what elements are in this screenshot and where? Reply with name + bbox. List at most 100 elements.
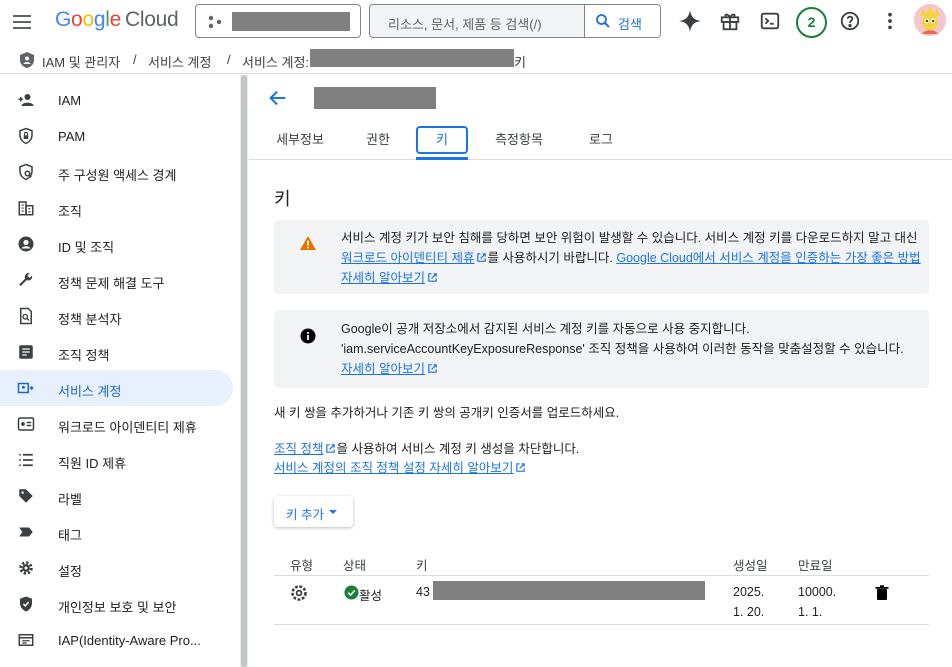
warning-icon — [300, 236, 316, 250]
cloud-shell-icon[interactable] — [757, 8, 783, 34]
sidebar-item-identity-org[interactable]: ID 및 조직 — [0, 226, 233, 262]
breadcrumb-separator: / — [227, 52, 231, 67]
external-link-icon — [428, 364, 437, 373]
warning-line1: 서비스 계정 키가 보안 침해를 당하면 보안 위험이 발생할 수 있습니다. … — [341, 231, 918, 245]
privacy-shield-icon — [20, 596, 32, 612]
sidebar-item-label: IAM — [58, 93, 82, 108]
tab-bar: 세부정보 권한 키 측정항목 로그 — [249, 124, 952, 160]
account-circle-icon — [18, 236, 34, 252]
info-icon — [300, 328, 316, 344]
learn-more-link[interactable]: 자세히 알아보기 — [341, 271, 438, 285]
sidebar-item-label: 조직 정책 — [58, 348, 110, 363]
org-policy-rest-text: 을 사용하여 서비스 계정 키 생성을 차단합니다. — [336, 442, 580, 456]
tab-metrics[interactable]: 측정항목 — [491, 124, 547, 160]
info-line1: Google이 공개 저장소에서 감지된 서비스 계정 키를 자동으로 사용 중… — [341, 322, 750, 336]
tab-focus-ring — [416, 126, 468, 154]
sidebar-item-iap[interactable]: IAP(Identity-Aware Pro... — [0, 622, 233, 658]
workload-identity-icon — [17, 417, 35, 431]
sidebar-item-policy-troubleshooter[interactable]: 정책 문제 해결 도구 — [0, 262, 233, 298]
sidebar-item-workforce-identity[interactable]: 직원 ID 제휴 — [0, 442, 233, 478]
breadcrumb-service-accounts[interactable]: 서비스 계정 — [148, 52, 211, 71]
sidebar-item-label: IAP(Identity-Aware Pro... — [58, 633, 201, 648]
iap-icon — [18, 634, 34, 646]
person-add-icon — [18, 94, 34, 106]
sidebar-item-org-policies[interactable]: 조직 정책 — [0, 334, 233, 370]
search-placeholder: 리소스, 문서, 제품 등 검색(/) — [388, 17, 542, 32]
column-header-status: 상태 — [343, 559, 367, 573]
sidebar-item-label: 워크로드 아이덴티티 제휴 — [58, 420, 197, 435]
more-vert-icon[interactable] — [877, 8, 903, 34]
external-link-icon — [428, 273, 437, 282]
gift-icon[interactable] — [717, 8, 743, 34]
best-practices-link[interactable]: Google Cloud에서 서비스 계정을 인증하는 가장 좋은 방법 — [616, 251, 920, 265]
breadcrumb-current-prefix: 서비스 계정: — [242, 55, 310, 70]
security-warning-callout: 서비스 계정 키가 보안 침해를 당하면 보안 위험이 발생할 수 있습니다. … — [274, 220, 929, 294]
tab-details[interactable]: 세부정보 — [274, 124, 326, 160]
info-text: Google이 공개 저장소에서 감지된 서비스 계정 키를 자동으로 사용 중… — [341, 319, 921, 379]
tab-keys[interactable]: 키 — [416, 124, 468, 160]
back-arrow-icon[interactable] — [267, 87, 289, 109]
hamburger-icon[interactable] — [10, 10, 34, 34]
project-dots-icon — [208, 15, 222, 29]
tab-logs[interactable]: 로그 — [575, 124, 627, 160]
org-policy-learn-more-link[interactable]: 서비스 계정의 조직 정책 설정 자세히 알아보기 — [274, 461, 526, 475]
sidebar-item-policy-analyzer[interactable]: 정책 분석자 — [0, 298, 233, 334]
sidebar-item-pam[interactable]: PAM — [0, 118, 233, 154]
delete-icon[interactable] — [875, 585, 889, 601]
sidebar-item-service-accounts[interactable]: 서비스 계정 — [0, 370, 233, 406]
key-id-prefix: 43 — [416, 585, 430, 599]
info-line2: 'iam.serviceAccountKeyExposureResponse' … — [341, 342, 904, 356]
avatar[interactable] — [914, 4, 946, 36]
project-picker[interactable] — [195, 4, 361, 38]
search-input[interactable]: 리소스, 문서, 제품 등 검색(/) 검색 — [369, 4, 661, 38]
sidebar-item-organization[interactable]: 조직 — [0, 190, 233, 226]
section-title: 키 — [274, 189, 291, 209]
warning-mid: 를 사용하시기 바랍니다. — [487, 251, 613, 265]
organization-icon — [18, 201, 34, 216]
external-link-icon — [516, 463, 526, 472]
check-circle-icon — [344, 585, 359, 600]
column-header-created: 생성일 — [733, 559, 768, 573]
scrollbar-thumb[interactable] — [241, 75, 247, 667]
sidebar-item-label: PAM — [58, 129, 86, 144]
key-created-date-line2: 1. 20. — [733, 605, 765, 619]
sidebar-item-settings[interactable]: 설정 — [0, 550, 233, 586]
sidebar-item-labels[interactable]: 라벨 — [0, 478, 233, 514]
sidebar-item-label: 직원 ID 제휴 — [58, 456, 127, 471]
external-link-icon — [326, 444, 336, 453]
column-header-type: 유형 — [290, 559, 314, 573]
table-row: 활성 43 2025. 1. 20. 10000. 1. 1. — [274, 577, 929, 625]
notifications-badge[interactable]: 2 — [796, 7, 827, 38]
breadcrumb-current-suffix: 키 — [514, 55, 526, 70]
shield-lock-icon — [19, 127, 33, 145]
key-created-date-line1: 2025. — [733, 585, 765, 599]
gemini-sparkle-icon[interactable] — [677, 8, 703, 34]
sidebar-item-tags[interactable]: 태그 — [0, 514, 233, 550]
wrench-icon — [19, 273, 33, 286]
sidebar-scrollbar[interactable] — [240, 75, 248, 667]
project-name-redacted — [232, 12, 350, 31]
sidebar-item-iam[interactable]: IAM — [0, 82, 233, 118]
main-content: 세부정보 권한 키 측정항목 로그 키 서비스 계정 키가 보안 침해를 당하면… — [249, 75, 952, 667]
sidebar-item-label: 정책 분석자 — [58, 312, 122, 327]
sidebar-item-workload-identity[interactable]: 워크로드 아이덴티티 제휴 — [0, 406, 233, 442]
sidebar-item-label: 조직 — [58, 204, 82, 219]
tab-active-indicator — [416, 157, 468, 160]
tab-permissions[interactable]: 권한 — [352, 124, 404, 160]
help-icon[interactable] — [837, 8, 863, 34]
sidebar-item-label: ID 및 조직 — [58, 240, 115, 255]
warning-text: 서비스 계정 키가 보안 침해를 당하면 보안 위험이 발생할 수 있습니다. … — [341, 228, 921, 288]
sidebar-item-privacy-security[interactable]: 개인정보 보호 및 보안 — [0, 586, 233, 622]
breadcrumb: IAM 및 관리자 / 서비스 계정 / 서비스 계정: 키 — [0, 44, 952, 74]
info-learn-more-link[interactable]: 자세히 알아보기 — [341, 362, 438, 376]
add-key-button[interactable]: 키 추가 — [274, 496, 353, 527]
list-icon — [19, 453, 33, 467]
google-cloud-logo[interactable]: Google Cloud — [55, 8, 179, 32]
search-button[interactable]: 검색 — [584, 5, 660, 37]
key-expiry-date-line2: 1. 1. — [798, 605, 823, 619]
top-bar: Google Cloud 리소스, 문서, 제품 등 검색(/) 검색 2 — [0, 0, 952, 44]
org-policy-link[interactable]: 조직 정책 — [274, 442, 336, 456]
workload-identity-link[interactable]: 워크로드 아이덴티티 제휴 — [341, 251, 487, 265]
breadcrumb-iam-admin[interactable]: IAM 및 관리자 — [42, 52, 120, 71]
sidebar-item-principal-access-boundary[interactable]: 주 구성원 액세스 경계 — [0, 154, 233, 190]
